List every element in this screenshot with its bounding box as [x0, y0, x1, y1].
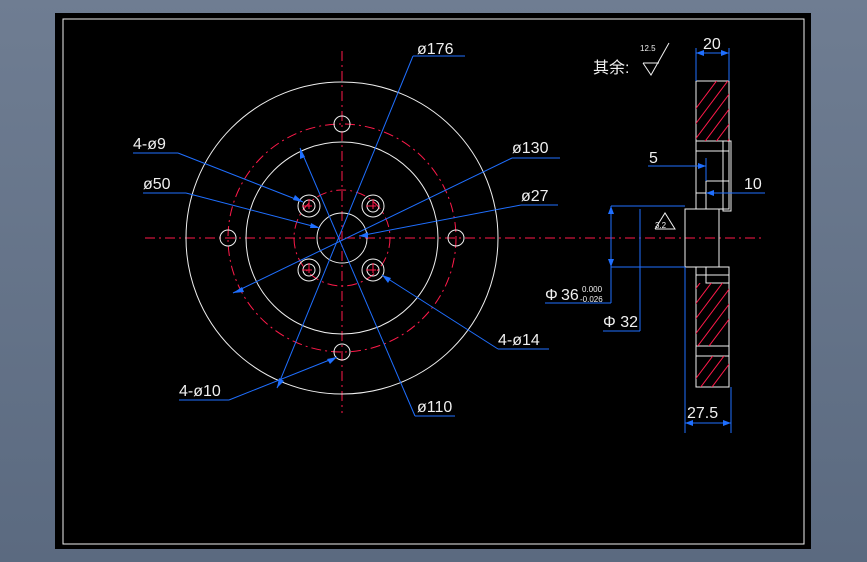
roughness-value: 12.5 [640, 44, 656, 53]
dim-inner-diameter: Φ 32 [603, 314, 638, 331]
roughness-note: 其余: 12.5 [593, 42, 670, 77]
dim-hub: ø50 [143, 176, 171, 193]
section-view: 3.2 20 5 10 Φ 36 0.000 -0.026 Φ 32 27.5 [525, 36, 765, 433]
dim-outer-diameter: ø176 [417, 41, 454, 58]
hatch-upper [696, 81, 729, 141]
dim-fit-symbol: Φ [545, 287, 558, 304]
dim-thickness-top: 20 [703, 36, 721, 53]
drawing-frame [62, 18, 805, 545]
dim-bore: ø27 [521, 188, 549, 205]
dim-mount-holes: 4-ø10 [179, 383, 221, 400]
dimension-leaders [133, 55, 560, 417]
section-dimension-lines [545, 48, 765, 433]
flange-upper [695, 80, 730, 194]
dim-fit-tol-upper: 0.000 [582, 285, 603, 294]
dim-mid-circle: ø110 [417, 399, 452, 416]
hatch-lower [696, 283, 729, 346]
recess-upper [705, 180, 730, 210]
dim-fit-tol-lower: -0.026 [580, 295, 603, 304]
cad-viewport[interactable]: ø176 ø130 ø27 4-ø9 ø50 4-ø14 4-ø10 ø110 … [55, 13, 811, 549]
cad-drawing: ø176 ø130 ø27 4-ø9 ø50 4-ø14 4-ø10 ø110 … [62, 18, 805, 545]
dim-step-10: 10 [744, 176, 762, 193]
face-view: ø176 ø130 ø27 4-ø9 ø50 4-ø14 4-ø10 ø110 [133, 41, 560, 417]
local-roughness-value: 3.2 [655, 221, 667, 230]
dim-step-5: 5 [649, 150, 658, 167]
dim-small-holes: 4-ø9 [133, 136, 166, 153]
dim-large-holes: 4-ø14 [498, 332, 540, 349]
dim-fit-diameter: 36 [561, 287, 579, 304]
dim-overall-length: 27.5 [687, 405, 718, 422]
roughness-label: 其余: [593, 58, 629, 77]
dim-bolt-circle: ø130 [512, 140, 549, 157]
